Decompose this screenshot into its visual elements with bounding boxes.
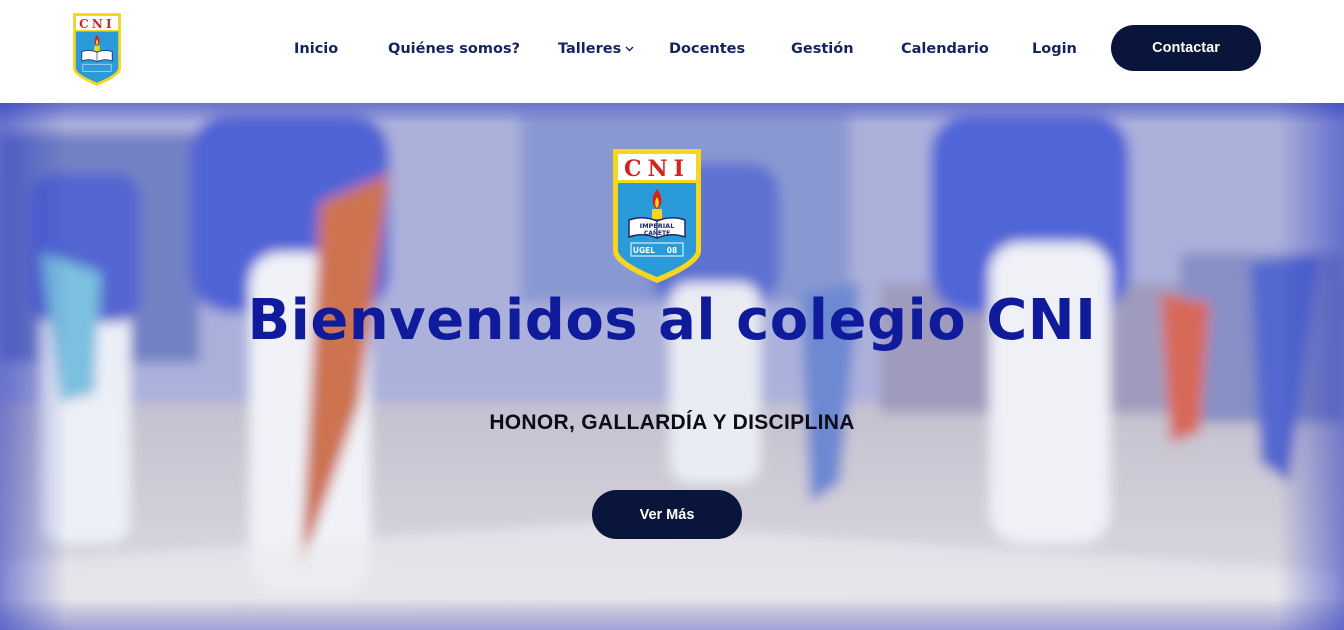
nav-docentes-label: Docentes — [669, 41, 746, 57]
nav-calendario[interactable]: Calendario — [901, 38, 989, 60]
hero-title: Bienvenidos al colegio CNI — [247, 288, 1097, 353]
nav-login[interactable]: Login — [1032, 38, 1077, 60]
nav-gestion-label: Gestión — [791, 41, 854, 57]
hero-crest-logo: CNI IMPERIAL CAÑETE UGEL 08 — [611, 147, 703, 285]
hero-section: CNI IMPERIAL CAÑETE UGEL 08 Bienvenidos … — [0, 103, 1344, 630]
nav-talleres-label: Talleres — [558, 41, 622, 57]
nav-login-label: Login — [1032, 41, 1077, 57]
school-crest-logo[interactable]: CNI — [72, 12, 122, 87]
crest-book-line1: IMPERIAL — [640, 222, 675, 230]
nav-talleres[interactable]: Talleres — [558, 38, 634, 60]
contact-button[interactable]: Contactar — [1111, 25, 1261, 71]
chevron-down-icon — [625, 46, 634, 52]
nav-inicio[interactable]: Inicio — [294, 38, 338, 60]
crest-letters: CNI — [79, 17, 115, 31]
crest-footer-left: UGEL — [633, 246, 655, 255]
crest-book-line2: CAÑETE — [644, 230, 670, 237]
nav-quienes-somos[interactable]: Quiénes somos? — [388, 38, 520, 60]
hero-crest-letters: CNI — [624, 156, 690, 182]
site-header: CNI Inicio Quiénes somos? Talleres Docen… — [0, 0, 1344, 103]
nav-quienes-somos-label: Quiénes somos? — [388, 41, 520, 57]
nav-inicio-label: Inicio — [294, 41, 339, 57]
hero-subtitle: HONOR, GALLARDÍA Y DISCIPLINA — [489, 411, 855, 434]
nav-calendario-label: Calendario — [901, 41, 989, 57]
nav-gestion[interactable]: Gestión — [791, 38, 854, 60]
ver-mas-button[interactable]: Ver Más — [592, 490, 742, 539]
crest-footer-right: 08 — [667, 246, 677, 255]
nav-docentes[interactable]: Docentes — [669, 38, 745, 60]
